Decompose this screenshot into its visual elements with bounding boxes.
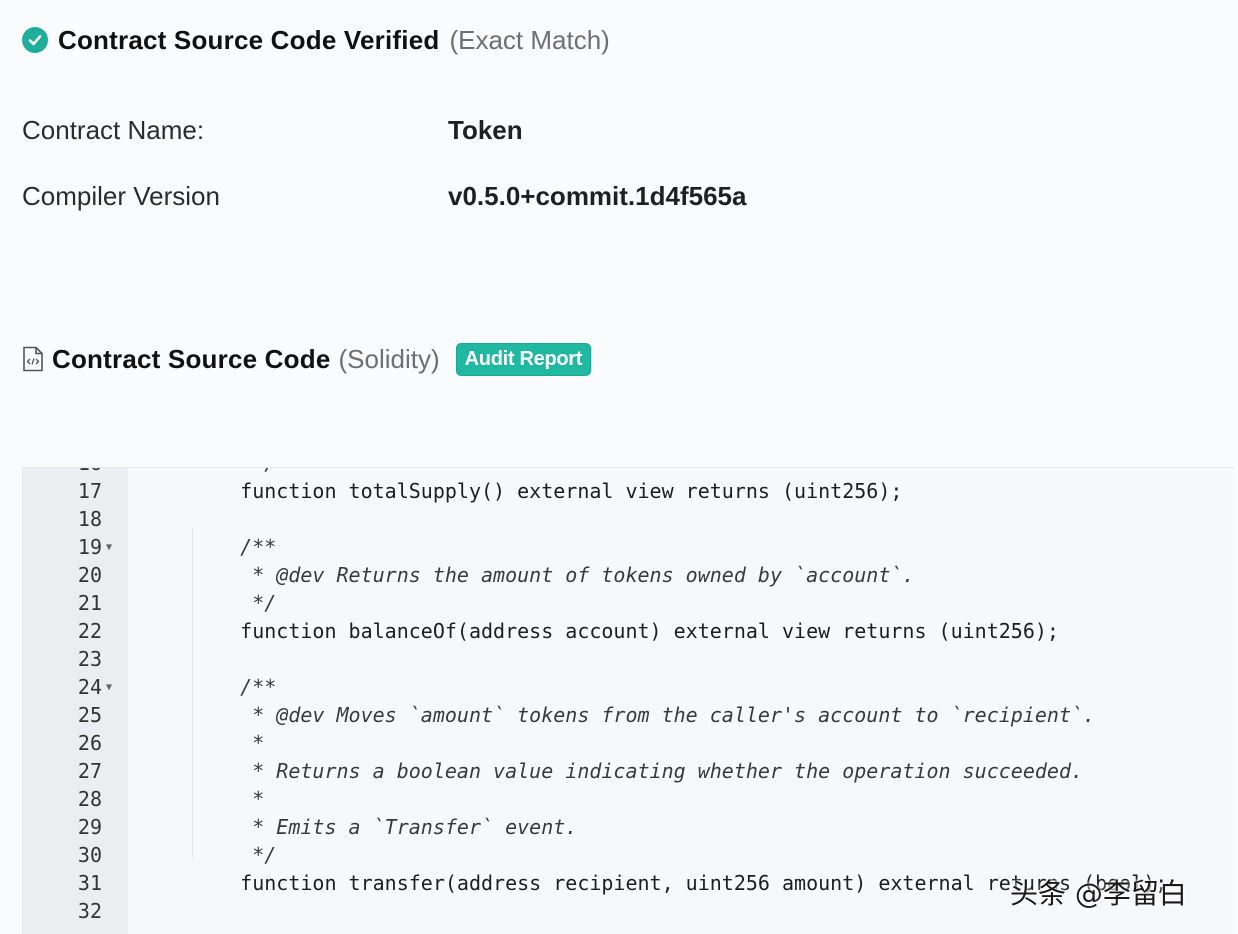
source-language: (Solidity) <box>338 343 440 374</box>
code-comment: * Emits a `Transfer` event. <box>192 815 578 839</box>
code-line: 24 ▼ /** <box>22 673 1234 701</box>
source-code-header: Contract Source Code (Solidity) Audit Re… <box>22 340 592 378</box>
line-number: 17 <box>77 479 102 503</box>
contract-code-page: Contract Source Code Verified (Exact Mat… <box>0 0 1238 934</box>
compiler-version-value: v0.5.0+commit.1d4f565a <box>448 180 747 211</box>
verification-header: Contract Source Code Verified (Exact Mat… <box>22 22 610 58</box>
code-comment: */ <box>192 591 277 615</box>
code-comment: * Returns a boolean value indicating whe… <box>192 759 1084 783</box>
watermark: 头条 @李留白 <box>1010 877 1187 910</box>
contract-name-label: Contract Name: <box>22 114 205 145</box>
code-comment: /** <box>192 675 277 699</box>
line-number: 31 <box>77 871 102 895</box>
code-comment: * @dev Moves `amount` tokens from the ca… <box>192 703 1096 727</box>
code-line: 25 * @dev Moves `amount` tokens from the… <box>22 701 1234 729</box>
line-number: 25 <box>77 703 102 727</box>
line-number: 30 <box>77 843 102 867</box>
code-comment: */ <box>192 843 277 867</box>
line-number: 27 <box>77 759 102 783</box>
audit-report-button[interactable]: Audit Report <box>455 342 592 376</box>
line-number: 23 <box>77 647 102 671</box>
compiler-version-row: Compiler Version v0.5.0+commit.1d4f565a <box>22 179 746 213</box>
line-number: 20 <box>77 563 102 587</box>
source-code-title: Contract Source Code <box>52 343 331 374</box>
compiler-version-label: Compiler Version <box>22 180 220 211</box>
code-line: 17 function totalSupply() external view … <box>22 477 1234 505</box>
line-number: 26 <box>77 731 102 755</box>
code-comment: * <box>192 787 265 811</box>
code-editor[interactable]: 16 */17 function totalSupply() external … <box>22 467 1234 934</box>
code-line: 20 * @dev Returns the amount of tokens o… <box>22 561 1234 589</box>
caret-down-icon[interactable]: ▼ <box>102 682 128 693</box>
line-number: 19 <box>77 535 102 559</box>
code-line: 19 ▼ /** <box>22 533 1234 561</box>
line-number: 29 <box>77 815 102 839</box>
code-line: 23 <box>22 645 1234 673</box>
code-line: 22 function balanceOf(address account) e… <box>22 617 1234 645</box>
code-comment: * @dev Returns the amount of tokens owne… <box>192 563 915 587</box>
verified-title: Contract Source Code Verified <box>58 24 440 55</box>
code-line: 16 */ <box>22 468 1234 477</box>
file-code-icon <box>22 346 44 372</box>
code-text: function totalSupply() external view ret… <box>192 479 903 503</box>
line-number: 24 <box>77 675 102 699</box>
code-line: 18 <box>22 505 1234 533</box>
code-comment: * <box>192 731 265 755</box>
line-number: 28 <box>77 787 102 811</box>
line-number: 32 <box>77 899 102 923</box>
line-number: 16 <box>22 468 102 475</box>
code-line: 29 * Emits a `Transfer` event. <box>22 813 1234 841</box>
check-circle-icon <box>22 27 48 53</box>
line-number: 18 <box>77 507 102 531</box>
line-number: 21 <box>77 591 102 615</box>
code-comment: */ <box>128 468 276 475</box>
code-comment: /** <box>192 535 277 559</box>
code-line: 30 */ <box>22 841 1234 869</box>
code-line: 28 * <box>22 785 1234 813</box>
code-line: 21 */ <box>22 589 1234 617</box>
code-line: 26 * <box>22 729 1234 757</box>
contract-name-row: Contract Name: Token <box>22 113 523 147</box>
contract-name-value: Token <box>448 114 523 145</box>
caret-down-icon[interactable]: ▼ <box>102 542 128 553</box>
code-lines: 16 */17 function totalSupply() external … <box>22 468 1234 925</box>
match-type: (Exact Match) <box>449 24 610 55</box>
code-line: 27 * Returns a boolean value indicating … <box>22 757 1234 785</box>
line-number: 22 <box>77 619 102 643</box>
code-text: function balanceOf(address account) exte… <box>192 619 1059 643</box>
